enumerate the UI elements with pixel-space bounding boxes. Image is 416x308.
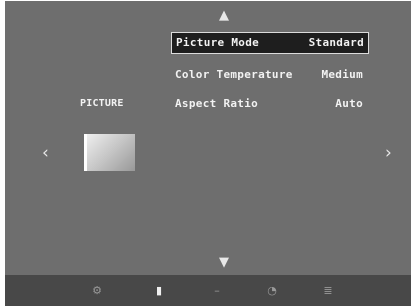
scroll-down-arrow-icon[interactable]: ▼ <box>219 256 229 269</box>
timer-icon[interactable]: ◔ <box>264 283 280 299</box>
menu-item-label: Aspect Ratio <box>175 97 259 110</box>
sound-icon[interactable]: – <box>209 283 225 299</box>
menu-category-title: PICTURE <box>80 98 124 109</box>
menu-item-label: Picture Mode <box>176 36 260 49</box>
previous-category-arrow-icon[interactable]: ‹ <box>42 145 49 162</box>
picture-category-icon <box>84 134 135 171</box>
scroll-up-arrow-icon[interactable]: ▲ <box>219 9 229 22</box>
settings-icon[interactable]: ⚙ <box>89 283 105 299</box>
menu-item-value: Auto <box>335 97 363 110</box>
menu-item-value: Standard <box>308 36 364 49</box>
menu-item-aspect-ratio[interactable]: Aspect Ratio Auto <box>171 94 367 114</box>
next-category-arrow-icon[interactable]: › <box>385 145 392 162</box>
setup-icon[interactable]: ≣ <box>320 283 336 299</box>
menu-item-value: Medium <box>321 68 363 81</box>
menu-item-picture-mode[interactable]: Picture Mode Standard <box>171 32 369 54</box>
menu-item-label: Color Temperature <box>175 68 293 81</box>
category-toolbar <box>5 275 411 306</box>
tv-menu-screen: ▲ Picture Mode Standard Color Temperatur… <box>5 1 411 275</box>
picture-icon[interactable]: ▮ <box>151 283 167 299</box>
menu-item-color-temperature[interactable]: Color Temperature Medium <box>171 65 367 85</box>
